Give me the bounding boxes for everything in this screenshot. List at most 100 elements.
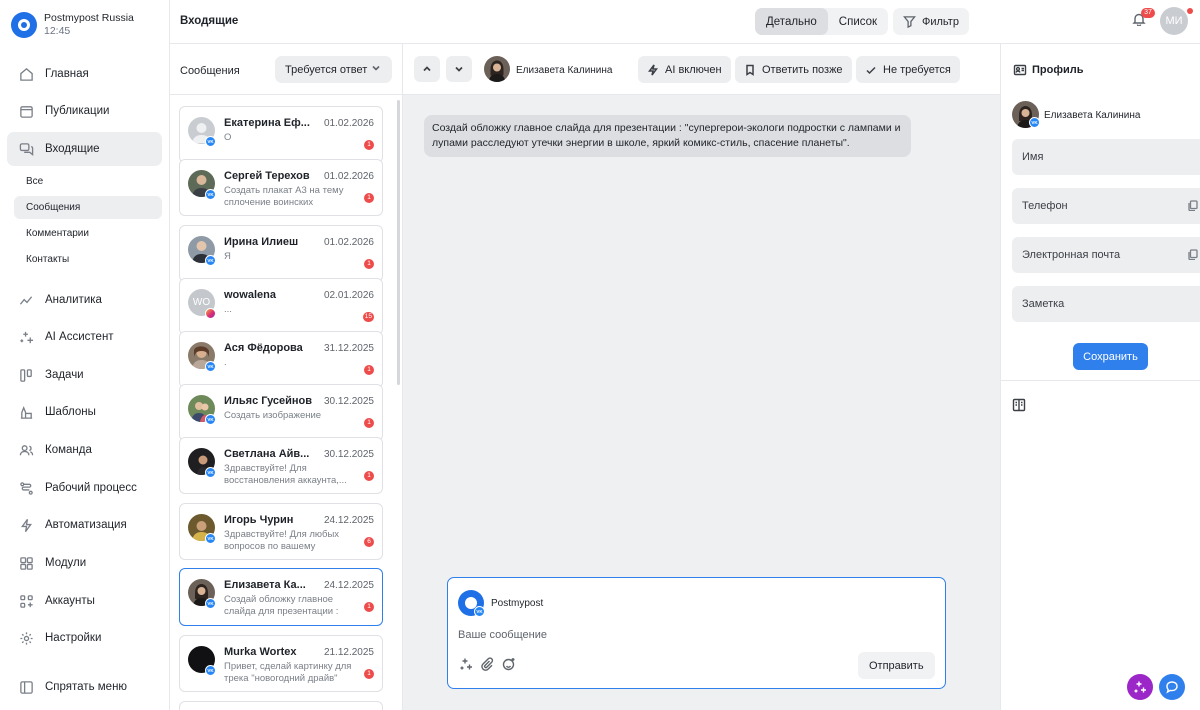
phone-field-label: Телефон xyxy=(1022,200,1068,212)
previous-conversation-button[interactable] xyxy=(414,56,440,82)
nav-label: Спрятать меню xyxy=(45,681,128,693)
conversation-date: 30.12.2025 xyxy=(323,396,374,407)
ai-sparkles-icon[interactable] xyxy=(458,656,474,672)
conversation-date: 24.12.2025 xyxy=(323,580,374,591)
nav-item-team[interactable]: Команда xyxy=(7,433,162,467)
vk-badge-icon: VK xyxy=(205,598,216,609)
conversation-item[interactable]: VK Светлана Айв... 30.12.2025 Здравствуй… xyxy=(179,437,383,494)
unread-count-badge: 1 xyxy=(364,471,374,481)
phone-field[interactable]: Телефон xyxy=(1012,188,1200,224)
copy-icon[interactable] xyxy=(1188,200,1198,212)
conversation-preview: Создать плакат А3 на тему сплочение воин… xyxy=(224,185,344,208)
nav-item-inbox[interactable]: Входящие xyxy=(7,132,162,166)
contact-name: Елизавета Калинина xyxy=(516,65,613,76)
reply-later-button[interactable]: Ответить позже xyxy=(735,56,852,83)
emoji-icon[interactable] xyxy=(501,656,517,672)
conversation-item[interactable]: WO wowalena 02.01.2026 ... 15 xyxy=(179,278,383,335)
conversation-name: Елизавета Ка... xyxy=(224,579,306,591)
view-detailed-button[interactable]: Детально xyxy=(755,8,828,35)
email-field[interactable]: Электронная почта xyxy=(1012,237,1200,273)
contact-avatar[interactable] xyxy=(484,56,510,82)
nav-subitem-contacts[interactable]: Контакты xyxy=(14,248,162,271)
conversation-item[interactable]: VK Ася Фёдорова 31.12.2025 . 1 xyxy=(179,331,383,388)
vk-badge-icon: VK xyxy=(205,533,216,544)
nav-label: Главная xyxy=(45,68,89,80)
conversation-item[interactable]: VK Сергей Терехов 01.02.2026 Создать пла… xyxy=(179,159,383,216)
conversation-item[interactable]: VK Murka Wortex 21.12.2025 Привет, сдела… xyxy=(179,635,383,692)
nav-label: Настройки xyxy=(45,632,102,644)
name-field[interactable]: Имя xyxy=(1012,139,1200,175)
nav-item-templates[interactable]: Шаблоны xyxy=(7,395,162,429)
sidebar-collapse-icon xyxy=(18,679,34,695)
hide-menu-button[interactable]: Спрятать меню xyxy=(7,670,162,704)
profile-header: Профиль xyxy=(1013,63,1083,77)
nav-item-tasks[interactable]: Задачи xyxy=(7,358,162,392)
incoming-message: Создай обложку главное слайда для презен… xyxy=(424,115,911,157)
conversation-item-partial[interactable] xyxy=(179,701,383,710)
nav-item-workflow[interactable]: Рабочий процесс xyxy=(7,471,162,505)
message-input[interactable] xyxy=(458,627,928,643)
filter-label: Фильтр xyxy=(922,15,959,28)
brand-name: Postmypost Russia xyxy=(44,12,134,24)
brand[interactable]: Postmypost Russia 12:45 xyxy=(0,0,169,42)
nav-item-ai-assistant[interactable]: AI Ассистент xyxy=(7,320,162,354)
sparkles-icon xyxy=(1134,681,1146,693)
save-profile-button[interactable]: Сохранить xyxy=(1073,343,1148,370)
ai-assistant-fab[interactable] xyxy=(1127,674,1153,700)
lightning-icon xyxy=(648,64,658,75)
conversation-date: 21.12.2025 xyxy=(323,647,374,658)
nav-subitem-messages[interactable]: Сообщения xyxy=(14,196,162,219)
status-filter-select[interactable]: Требуется ответ xyxy=(275,56,392,83)
conversation-item-selected[interactable]: VK Елизавета Ка... 24.12.2025 Создай обл… xyxy=(179,568,383,626)
nav-item-settings[interactable]: Настройки xyxy=(7,621,162,655)
conversation-date: 01.02.2026 xyxy=(323,237,374,248)
next-conversation-button[interactable] xyxy=(446,56,472,82)
ai-enabled-button[interactable]: AI включен xyxy=(638,56,731,83)
nav-label: Рабочий процесс xyxy=(45,482,137,494)
profile-panel: Профиль VK Елизавета Калинина Имя Телефо… xyxy=(1000,44,1200,710)
send-button[interactable]: Отправить xyxy=(858,652,935,679)
nav-item-analytics[interactable]: Аналитика xyxy=(7,283,162,317)
nav-label: Входящие xyxy=(45,143,100,155)
nav-subitem-all[interactable]: Все xyxy=(14,170,162,193)
nav-label: AI Ассистент xyxy=(45,331,114,343)
conversation-preview: Создать изображение xyxy=(224,410,322,421)
user-avatar[interactable]: МИ xyxy=(1160,7,1188,35)
nav-item-publications[interactable]: Публикации xyxy=(7,94,162,128)
attachment-icon[interactable] xyxy=(479,656,495,672)
modules-icon xyxy=(18,555,34,571)
notifications-count-badge: 37 xyxy=(1141,8,1155,18)
nav-label: Модули xyxy=(45,557,87,569)
conversation-preview: Я xyxy=(224,251,231,262)
home-icon xyxy=(18,66,34,82)
conversation-name: Ирина Илиеш xyxy=(224,236,299,248)
nav-item-automation[interactable]: Автоматизация xyxy=(7,508,162,542)
conversation-item[interactable]: VK Ирина Илиеш 01.02.2026 Я 1 xyxy=(179,225,383,282)
conversation-name: Светлана Айв... xyxy=(224,448,310,460)
nav-item-home[interactable]: Главная xyxy=(7,57,162,91)
note-field[interactable]: Заметка xyxy=(1012,286,1200,322)
conversation-item[interactable]: VK Игорь Чурин 24.12.2025 Здравствуйте! … xyxy=(179,503,383,560)
panel-toggle-icon[interactable] xyxy=(1012,398,1028,414)
unread-count-badge: 1 xyxy=(364,365,374,375)
view-list-button[interactable]: Список xyxy=(828,8,888,35)
nav-item-modules[interactable]: Модули xyxy=(7,546,162,580)
nav-label: Публикации xyxy=(45,105,110,117)
nav-item-accounts[interactable]: Аккаунты xyxy=(7,584,162,618)
chat-header: Елизавета Калинина AI включен Ответить п… xyxy=(403,44,1000,95)
conversation-item[interactable]: VK Екатерина Еф... 01.02.2026 О 1 xyxy=(179,106,383,163)
conversation-preview: Здравствуйте! Для любых вопросов по ваше… xyxy=(224,529,340,552)
conversation-list-scrollbar[interactable] xyxy=(397,100,400,385)
nav-subitem-comments[interactable]: Комментарии xyxy=(14,222,162,245)
no-reply-needed-button[interactable]: Не требуется xyxy=(856,56,960,83)
copy-icon[interactable] xyxy=(1188,249,1198,261)
conversation-preview: Здравствуйте! Для восстановления аккаунт… xyxy=(224,463,347,486)
nav-label: Автоматизация xyxy=(45,519,127,531)
support-chat-fab[interactable] xyxy=(1159,674,1185,700)
unread-count-badge: 1 xyxy=(364,259,374,269)
vk-badge-icon: VK xyxy=(205,467,216,478)
status-filter-value: Требуется ответ xyxy=(285,63,368,76)
unread-count-badge: 15 xyxy=(362,312,374,322)
filter-button[interactable]: Фильтр xyxy=(893,8,969,35)
conversation-item[interactable]: VK Ильяс Гусейнов 30.12.2025 Создать изо… xyxy=(179,384,383,441)
